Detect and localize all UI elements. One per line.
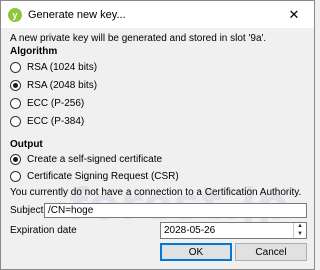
expiration-date-input[interactable]: 2028-05-26 ▲ ▼ (160, 222, 307, 239)
algorithm-heading: Algorithm (10, 46, 58, 57)
radio-ecc-p384[interactable]: ECC (P-384) (10, 116, 84, 127)
cancel-button[interactable]: Cancel (235, 243, 307, 261)
radio-button[interactable] (10, 154, 21, 165)
subject-row: Subject /CN=hoge (10, 203, 308, 219)
intro-text: A new private key will be generated and … (10, 33, 267, 44)
expiration-label: Expiration date (10, 225, 77, 236)
radio-button[interactable] (10, 116, 21, 127)
title-bar: y Generate new key... ✕ (1, 1, 314, 28)
expiration-date-value: 2028-05-26 (164, 225, 216, 236)
radio-label: Certificate Signing Request (CSR) (27, 171, 179, 182)
radio-rsa-2048[interactable]: RSA (2048 bits) (10, 80, 97, 91)
radio-label: RSA (1024 bits) (27, 62, 98, 73)
radio-ecc-p256[interactable]: ECC (P-256) (10, 98, 84, 109)
radio-rsa-1024[interactable]: RSA (1024 bits) (10, 62, 97, 73)
radio-button[interactable] (10, 62, 21, 73)
spin-down-icon[interactable]: ▼ (294, 231, 306, 239)
ok-button[interactable]: OK (160, 243, 232, 261)
dialog-window: y Generate new key... ✕ forest.jp A new … (0, 0, 315, 270)
close-button[interactable]: ✕ (274, 1, 314, 28)
ca-notice: You currently do not have a connection t… (10, 187, 302, 198)
radio-self-signed[interactable]: Create a self-signed certificate (10, 154, 162, 165)
radio-csr[interactable]: Certificate Signing Request (CSR) (10, 171, 179, 182)
spin-up-icon[interactable]: ▲ (294, 223, 306, 231)
radio-label: ECC (P-256) (27, 98, 85, 109)
expiration-row: Expiration date 2028-05-26 ▲ ▼ (10, 222, 308, 240)
output-heading: Output (10, 139, 43, 150)
radio-button[interactable] (10, 171, 21, 182)
radio-label: RSA (2048 bits) (27, 80, 98, 91)
radio-button[interactable] (10, 98, 21, 109)
window-title: Generate new key... (28, 8, 126, 21)
yubikey-logo-icon: y (8, 7, 22, 22)
date-spinner[interactable]: ▲ ▼ (293, 223, 306, 238)
subject-input[interactable]: /CN=hoge (44, 203, 307, 218)
subject-label: Subject (10, 205, 44, 216)
radio-label: Create a self-signed certificate (27, 154, 163, 165)
radio-button[interactable] (10, 80, 21, 91)
radio-label: ECC (P-384) (27, 116, 85, 127)
